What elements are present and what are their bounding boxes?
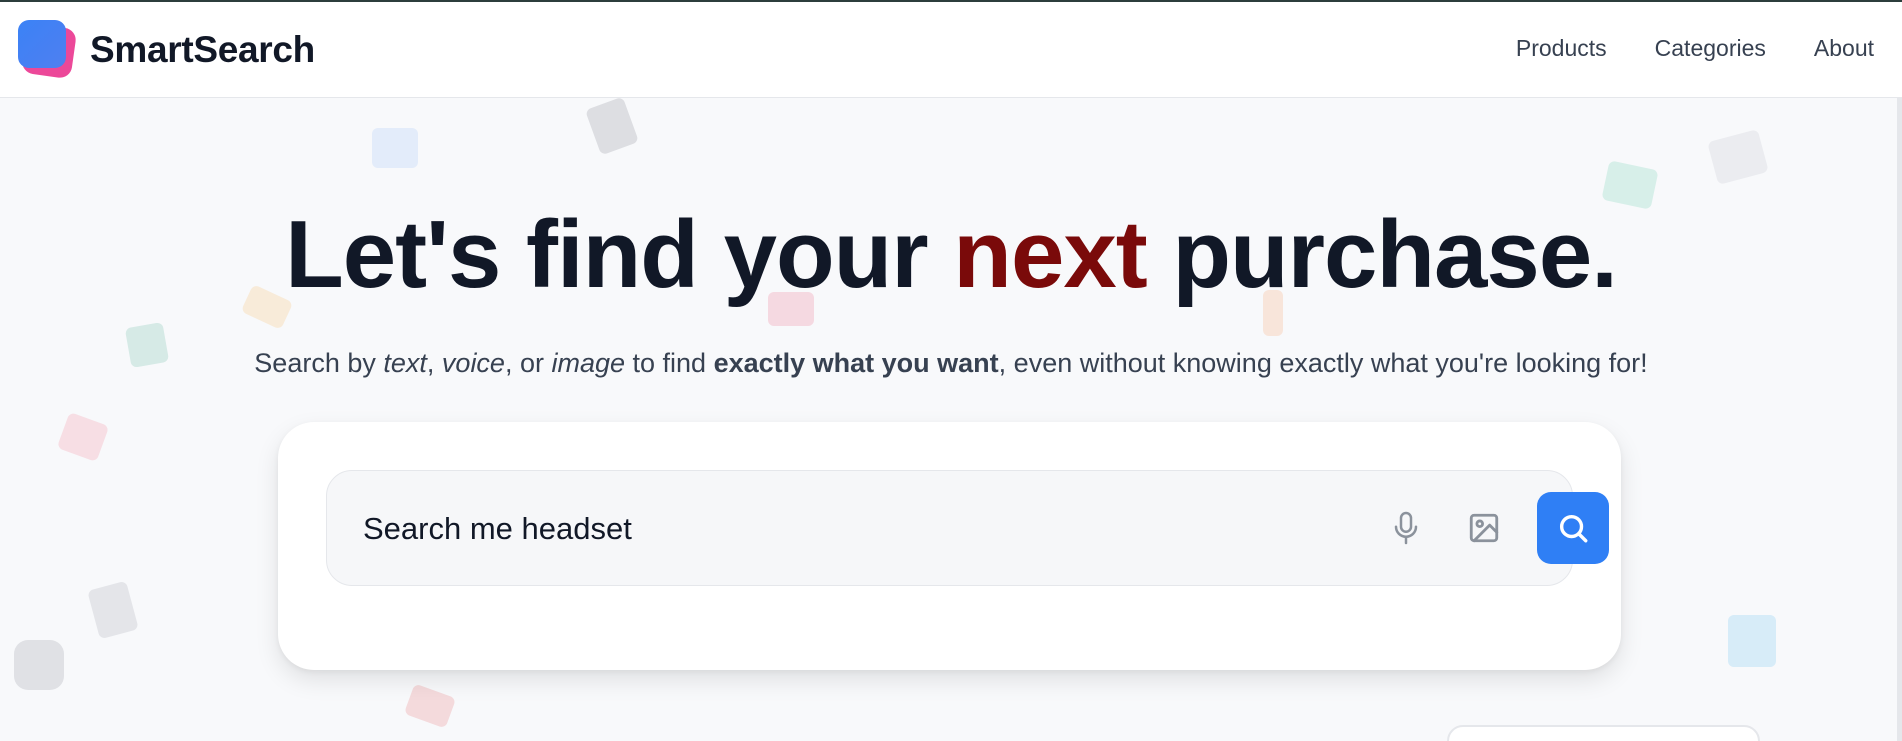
scrollbar[interactable] — [1897, 98, 1902, 741]
nav-categories[interactable]: Categories — [1655, 35, 1766, 62]
search-card: Search me headset — [278, 422, 1621, 670]
main-nav: Products Categories About — [1516, 35, 1874, 62]
logo-icon[interactable] — [18, 20, 78, 80]
decorative-product-icon — [1728, 615, 1776, 667]
decorative-product-icon — [1707, 129, 1769, 185]
search-input[interactable]: Search me headset — [326, 470, 1609, 586]
decorative-product-icon — [584, 96, 640, 156]
hero-title: Let's find your next purchase. — [285, 201, 1618, 308]
image-icon[interactable] — [1461, 505, 1507, 551]
nav-products[interactable]: Products — [1516, 35, 1607, 62]
nav-about[interactable]: About — [1814, 35, 1874, 62]
brand-name[interactable]: SmartSearch — [90, 29, 315, 71]
decorative-product-icon — [372, 128, 418, 168]
partial-card — [1447, 725, 1760, 741]
hero-subtitle: Search by text, voice, or image to find … — [254, 348, 1648, 378]
decorative-product-icon — [56, 411, 110, 463]
hero-title-accent: next — [953, 201, 1147, 308]
microphone-icon[interactable] — [1383, 505, 1429, 551]
search-icon — [1559, 514, 1588, 543]
decorative-product-icon — [403, 683, 457, 729]
site-header: SmartSearch Products Categories About — [0, 2, 1902, 98]
decorative-product-icon — [14, 640, 64, 690]
decorative-product-icon — [87, 580, 139, 640]
search-input-value[interactable]: Search me headset — [363, 511, 632, 547]
search-button[interactable] — [1537, 492, 1609, 564]
